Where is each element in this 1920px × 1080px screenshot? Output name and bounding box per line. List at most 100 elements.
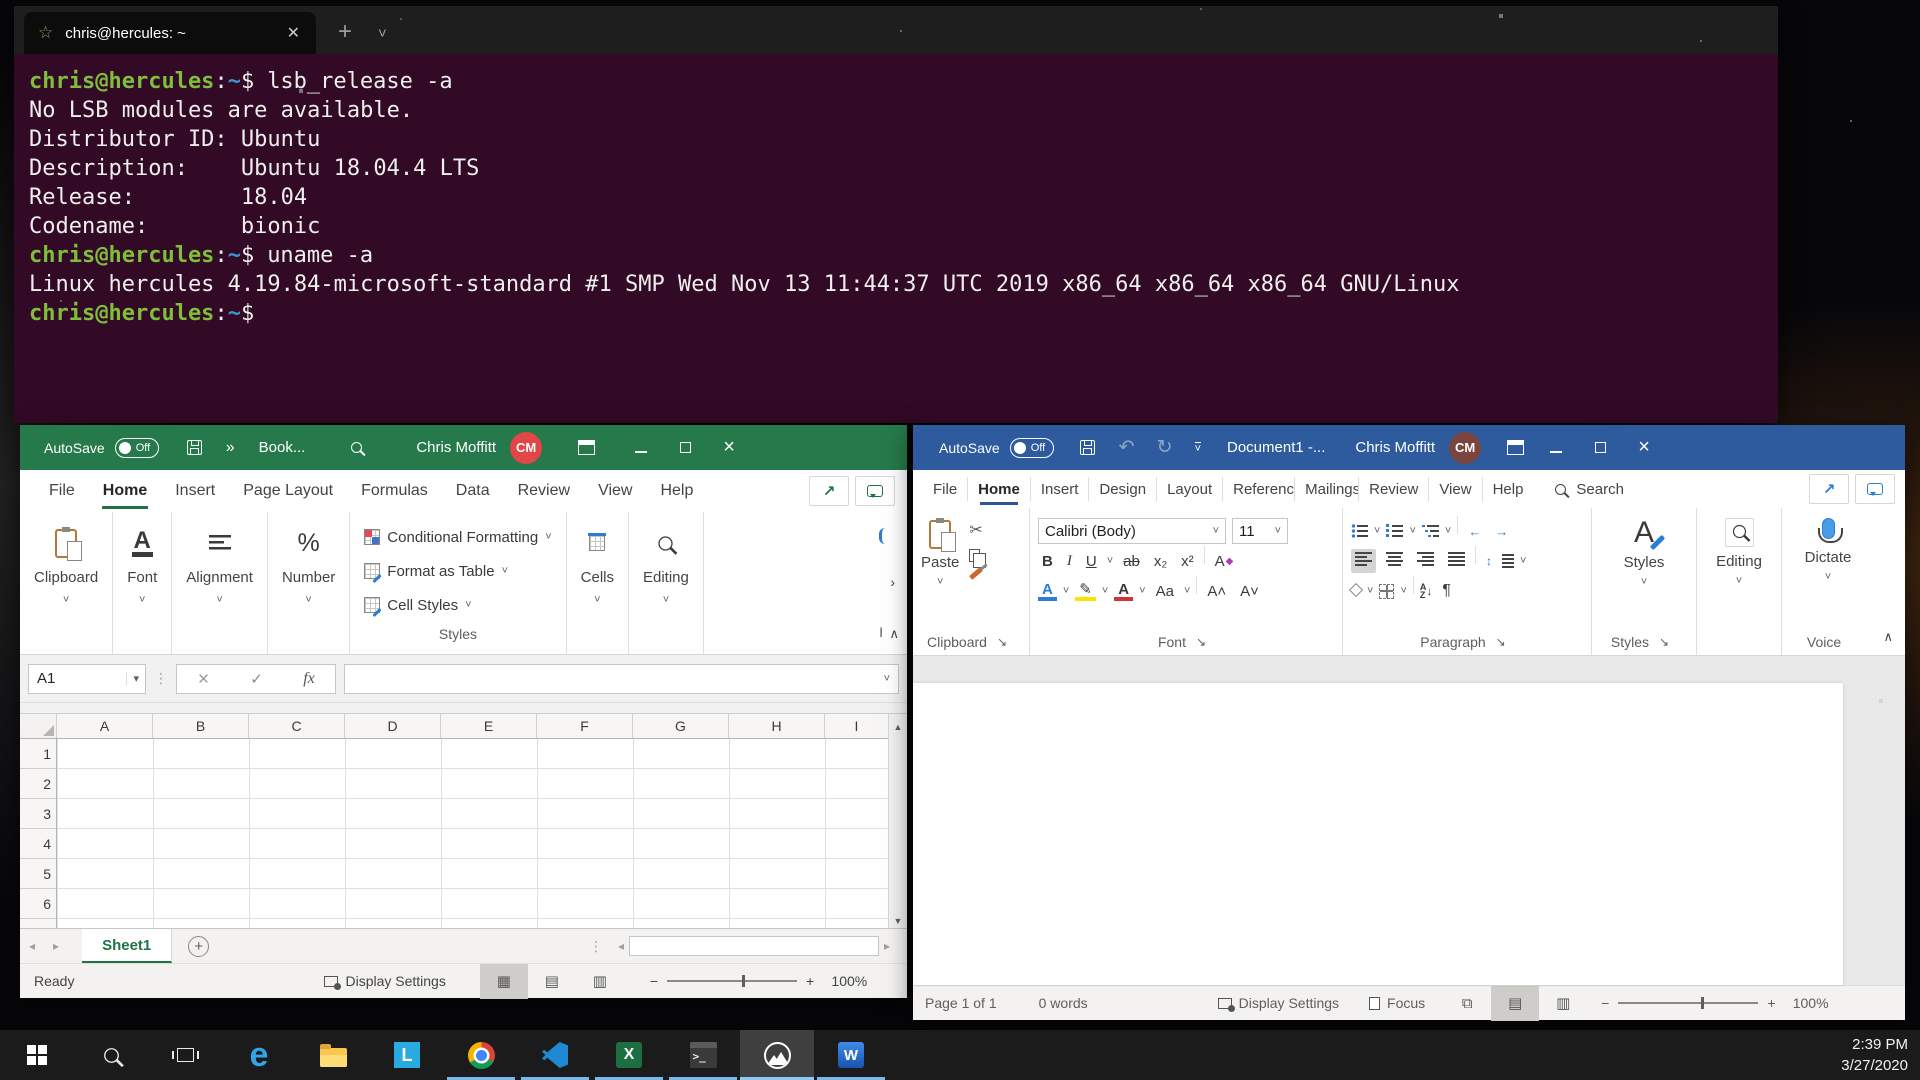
font-size-combo[interactable]: 11 ˅ [1232,518,1288,544]
scroll-left-icon[interactable]: ◂ [613,939,629,953]
sheet-cells[interactable] [57,739,888,928]
italic-button[interactable]: I [1063,553,1076,570]
change-case-button[interactable]: Aa [1152,583,1178,600]
underline-dropdown-icon[interactable]: ˅ [1107,555,1113,567]
line-spacing-icon[interactable]: ↕ [1482,554,1496,568]
word-count[interactable]: 0 words [1039,995,1088,1011]
taskbar-terminal[interactable] [666,1030,740,1080]
autosave-toggle[interactable]: Off [1009,437,1054,458]
autosave-toggle[interactable]: Off [114,437,159,458]
zoom-level[interactable]: 100% [1785,995,1829,1011]
column-header[interactable]: G [633,714,729,738]
terminal-output[interactable]: chris@hercules:~$ lsb_release -a No LSB m… [14,54,1778,423]
paste-button[interactable]: Paste ˅ [921,516,959,588]
name-box[interactable]: A1 ▾ [28,663,146,694]
align-right-button[interactable] [1413,549,1438,573]
font-group-button[interactable]: A Font ˅ [113,512,171,654]
tab-layout[interactable]: Layout [1157,477,1224,501]
format-as-table-button[interactable]: Format as Table ˅ [364,556,551,586]
taskbar-search-button[interactable] [74,1030,148,1080]
tab-help[interactable]: Help [647,470,706,512]
tab-design[interactable]: Design [1089,477,1158,501]
zoom-slider-handle[interactable] [742,975,746,987]
task-view-button[interactable] [148,1030,222,1080]
alignment-group-button[interactable]: Alignment ˅ [172,512,267,654]
tab-formulas[interactable]: Formulas [348,470,441,512]
save-icon[interactable] [186,440,202,455]
column-header[interactable]: H [729,714,825,738]
tab-references[interactable]: References [1223,477,1296,501]
document-page[interactable] [913,683,1843,985]
tab-view[interactable]: View [1429,477,1483,501]
share-button[interactable]: ↗ [809,476,849,506]
sort-button[interactable]: AZ ↓ [1420,583,1433,600]
text-effects-button[interactable]: A [1038,582,1057,601]
insert-function-button[interactable]: fx [303,670,315,688]
taskbar-excel[interactable]: X [592,1030,666,1080]
share-button[interactable]: ↗ [1809,474,1849,504]
scrollbar-thumb[interactable] [628,936,879,956]
multilevel-list-icon[interactable] [1421,524,1439,538]
tab-close-icon[interactable]: ✕ [281,23,306,43]
column-header[interactable]: A [57,714,153,738]
read-mode-button[interactable]: ⧉ [1443,986,1491,1021]
sheet-tab[interactable]: Sheet1 [82,929,173,963]
bold-button[interactable]: B [1038,553,1057,570]
redo-icon[interactable]: ↻ [1157,436,1173,459]
format-painter-button[interactable] [969,567,984,580]
paragraph-dialog-launcher[interactable]: ↘ [1496,635,1506,649]
taskbar-chrome[interactable] [444,1030,518,1080]
justify-button[interactable] [1444,549,1469,573]
zoom-slider[interactable] [667,975,798,987]
formula-input[interactable]: ˅ [344,663,899,694]
taskbar-edge[interactable]: e [222,1030,296,1080]
cancel-button[interactable]: ✕ [197,670,210,688]
print-layout-button[interactable]: ▤ [1491,985,1540,1021]
font-color-button[interactable]: A [1114,582,1134,601]
clipboard-group-button[interactable]: Clipboard ˅ [20,512,112,654]
tab-help[interactable]: Help [1483,477,1534,501]
tab-file[interactable]: File [923,477,969,501]
increase-indent-icon[interactable]: → [1491,524,1512,539]
horizontal-scrollbar[interactable]: ⋮ ◂ ▸ [589,936,895,956]
editing-button[interactable] [1724,518,1754,547]
normal-view-button[interactable]: ▦ [479,963,528,999]
tab-dropdown-icon[interactable]: ˅ [378,25,387,42]
tab-file[interactable]: File [36,470,88,512]
collapse-ribbon-icon[interactable]: ∧ [889,626,899,642]
tab-home[interactable]: Home [968,477,1031,505]
zoom-slider[interactable] [1618,997,1759,1009]
ribbon-overflow[interactable]: › I ∧ [869,512,899,654]
shrink-font-button[interactable]: A˅ [1236,583,1263,600]
taskbar-vscode[interactable] [518,1030,592,1080]
web-layout-button[interactable]: ▥ [1539,986,1587,1021]
search-box[interactable]: Search [1555,481,1624,498]
vertical-scrollbar-up[interactable]: ▲ [888,714,907,740]
align-left-button[interactable] [1351,549,1376,573]
display-settings-button[interactable]: Display Settings [324,973,446,990]
column-header[interactable]: F [537,714,633,738]
styles-dialog-launcher[interactable]: ↘ [1659,635,1669,649]
prev-sheet-icon[interactable]: ◂ [20,939,44,953]
highlight-button[interactable]: ✎ [1075,582,1096,601]
row-header[interactable]: 3 [20,799,56,829]
tab-mailings[interactable]: Mailings [1295,477,1360,501]
dictate-microphone-icon[interactable] [1817,518,1843,543]
formula-bar-splitter[interactable]: ⋮ [154,670,168,687]
shading-icon[interactable] [1348,582,1364,598]
page-break-view-button[interactable]: ▥ [576,964,624,999]
font-dialog-launcher[interactable]: ↘ [1196,635,1206,649]
add-sheet-button[interactable]: + [188,935,210,957]
zoom-level[interactable]: 100% [823,973,867,989]
row-header[interactable]: 4 [20,829,56,859]
strikethrough-button[interactable]: ab [1119,553,1144,570]
save-icon[interactable] [1079,440,1095,455]
conditional-formatting-button[interactable]: Conditional Formatting ˅ [364,522,552,552]
styles-button[interactable]: Styles [1624,554,1665,571]
comments-button[interactable] [855,476,895,506]
new-tab-button[interactable]: + [338,18,352,46]
tab-view[interactable]: View [585,470,645,512]
column-header[interactable]: C [249,714,345,738]
styles-icon[interactable]: A [1634,518,1654,548]
row-header[interactable]: 2 [20,769,56,799]
